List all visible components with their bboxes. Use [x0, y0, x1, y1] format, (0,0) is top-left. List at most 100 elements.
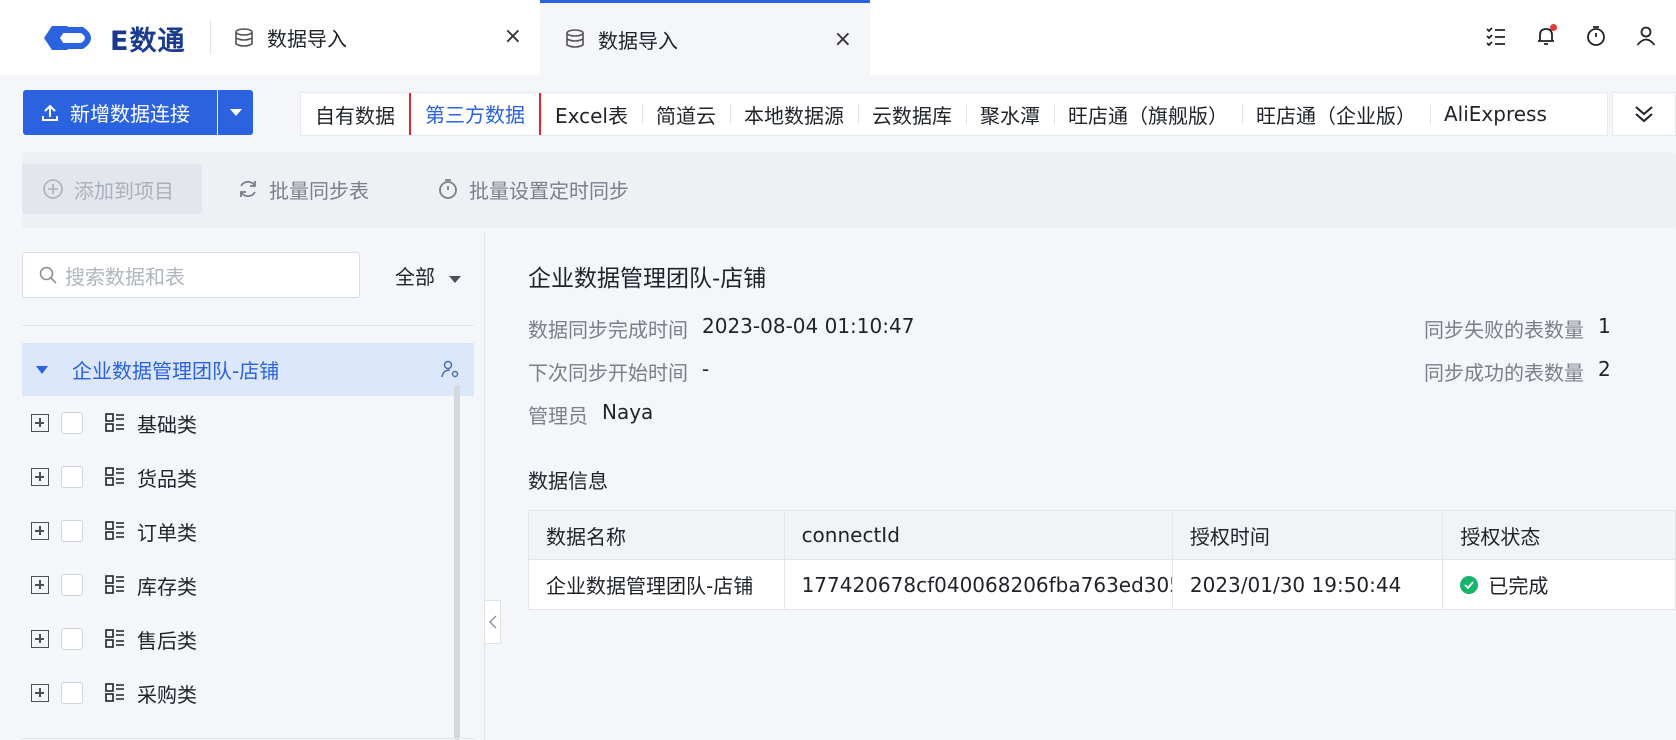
- status-label: 已完成: [1488, 574, 1549, 598]
- stopwatch-icon: [439, 179, 457, 199]
- caret-down-icon: [449, 276, 461, 283]
- button-split-divider: [217, 90, 218, 135]
- column-header: 授权时间: [1173, 511, 1444, 559]
- close-icon[interactable]: ×: [834, 29, 852, 51]
- source-tab-excel[interactable]: Excel表: [541, 93, 642, 135]
- table-cell: 177420678cf040068206fba763ed3058: [785, 560, 1173, 609]
- database-icon: [235, 27, 253, 47]
- column-header: 授权状态: [1460, 524, 1541, 549]
- action-bar: 添加到项目 批量同步表 批量设置定时同步: [22, 152, 1676, 228]
- detail-title: 企业数据管理团队-店铺: [528, 266, 767, 292]
- user-settings-icon[interactable]: [440, 359, 460, 379]
- table-group-icon: [105, 521, 124, 540]
- expand-icon[interactable]: [31, 630, 49, 648]
- info-value: 1: [1598, 314, 1611, 338]
- tree-item-inventory[interactable]: 库存类: [22, 558, 462, 612]
- table-group-icon: [105, 629, 124, 648]
- table-group-icon: [105, 413, 124, 432]
- add-connection-dropdown[interactable]: [218, 90, 253, 135]
- info-value: -: [702, 357, 710, 381]
- expand-icon[interactable]: [31, 414, 49, 432]
- expand-sources-button[interactable]: [1612, 92, 1676, 136]
- source-tab-jushuitan[interactable]: 聚水潭: [965, 93, 1054, 135]
- source-tab-aliexpress[interactable]: AliExpress: [1429, 93, 1561, 135]
- tab-label: 数据导入: [267, 27, 347, 51]
- top-bar: E数通 数据导入 × 数据导入 ×: [0, 0, 1676, 75]
- expand-icon[interactable]: [31, 684, 49, 702]
- panel-divider: [484, 232, 485, 740]
- tree-root-label: 企业数据管理团队-店铺: [72, 359, 280, 383]
- source-tab-own-data[interactable]: 自有数据: [301, 93, 409, 135]
- next-sync-row: 下次同步开始时间 -: [528, 357, 709, 386]
- left-scrollbar[interactable]: [454, 385, 460, 740]
- add-to-project-button[interactable]: 添加到项目: [22, 164, 202, 214]
- checkbox[interactable]: [61, 682, 83, 704]
- tree-root-store[interactable]: 企业数据管理团队-店铺: [22, 343, 474, 396]
- expand-icon[interactable]: [31, 522, 49, 540]
- table-header: 数据名称 connectId 授权时间 授权状态: [529, 511, 1675, 560]
- batch-schedule-button[interactable]: 批量设置定时同步: [437, 164, 629, 214]
- checkbox[interactable]: [61, 520, 83, 542]
- expand-icon[interactable]: [31, 576, 49, 594]
- source-tab-wangdiantong-flagship[interactable]: 旺店通（旗舰版）: [1053, 93, 1242, 135]
- expand-icon[interactable]: [31, 468, 49, 486]
- plus-circle-icon: [43, 179, 63, 199]
- top-icon-group: [1484, 24, 1658, 48]
- info-label: 数据同步完成时间: [528, 318, 688, 342]
- checkbox[interactable]: [61, 412, 83, 434]
- table-cell: 企业数据管理团队-店铺: [529, 560, 785, 609]
- status-cell: 已完成: [1443, 560, 1675, 609]
- check-circle-icon: [1460, 575, 1479, 594]
- add-connection-button[interactable]: 新增数据连接: [23, 90, 217, 135]
- checkbox[interactable]: [61, 574, 83, 596]
- timer-icon[interactable]: [1584, 24, 1608, 48]
- source-tab-local[interactable]: 本地数据源: [729, 93, 858, 135]
- tree-item-orders[interactable]: 订单类: [22, 504, 462, 558]
- user-icon[interactable]: [1634, 24, 1658, 48]
- tree-item-basic[interactable]: 基础类: [22, 396, 462, 450]
- left-panel: 搜索数据和表 全部 企业数据管理团队-店铺 基础类 货品类 订单类 库存类 售后…: [22, 245, 474, 740]
- search-placeholder: 搜索数据和表: [65, 264, 185, 289]
- double-chevron-down-icon: [1635, 106, 1653, 123]
- bell-icon[interactable]: [1534, 24, 1558, 48]
- app-logo[interactable]: E数通: [38, 18, 185, 58]
- tab-data-import-2[interactable]: 数据导入 ×: [540, 0, 870, 75]
- checkbox[interactable]: [61, 628, 83, 650]
- source-tab-jiandaoyun[interactable]: 简道云: [641, 93, 730, 135]
- section-title: 数据信息: [528, 469, 608, 493]
- close-icon[interactable]: ×: [504, 26, 522, 48]
- source-tab-wangdiantong-enterprise[interactable]: 旺店通（企业版）: [1241, 93, 1430, 135]
- tree-item-label: 货品类: [137, 466, 197, 491]
- source-tab-cloud-db[interactable]: 云数据库: [857, 93, 966, 135]
- add-to-project-label: 添加到项目: [74, 178, 174, 203]
- admin-row: 管理员 Naya: [528, 400, 653, 429]
- info-value: 2: [1598, 357, 1611, 381]
- search-input[interactable]: 搜索数据和表: [22, 252, 360, 298]
- upload-icon: [42, 104, 58, 121]
- checkbox[interactable]: [61, 466, 83, 488]
- divider: [22, 325, 474, 326]
- source-tab-third-party[interactable]: 第三方数据: [409, 93, 541, 135]
- tree-item-purchase[interactable]: 采购类: [22, 666, 462, 720]
- tab-data-import-1[interactable]: 数据导入 ×: [233, 0, 540, 75]
- batch-sync-label: 批量同步表: [269, 178, 369, 203]
- sync-done-time-row: 数据同步完成时间 2023-08-04 01:10:47: [528, 314, 914, 343]
- caret-down-icon: [229, 108, 242, 116]
- info-value: 2023-08-04 01:10:47: [702, 314, 915, 338]
- collapse-panel-button[interactable]: [484, 600, 501, 644]
- filter-select[interactable]: 全部: [395, 257, 461, 293]
- logo-text: E数通: [110, 25, 186, 57]
- caret-down-icon: [36, 365, 48, 374]
- add-connection-button-group: 新增数据连接: [23, 90, 253, 135]
- table-row[interactable]: 企业数据管理团队-店铺 177420678cf040068206fba763ed…: [529, 560, 1675, 609]
- batch-sync-button[interactable]: 批量同步表: [237, 164, 369, 214]
- search-icon: [39, 266, 57, 284]
- task-list-icon[interactable]: [1484, 24, 1508, 48]
- database-icon: [566, 29, 584, 48]
- table-group-icon: [105, 575, 124, 594]
- batch-schedule-label: 批量设置定时同步: [469, 178, 629, 203]
- tree-item-goods[interactable]: 货品类: [22, 450, 462, 504]
- add-connection-label: 新增数据连接: [70, 102, 190, 126]
- tree-item-after-sales[interactable]: 售后类: [22, 612, 462, 666]
- info-label: 同步成功的表数量: [1424, 361, 1584, 385]
